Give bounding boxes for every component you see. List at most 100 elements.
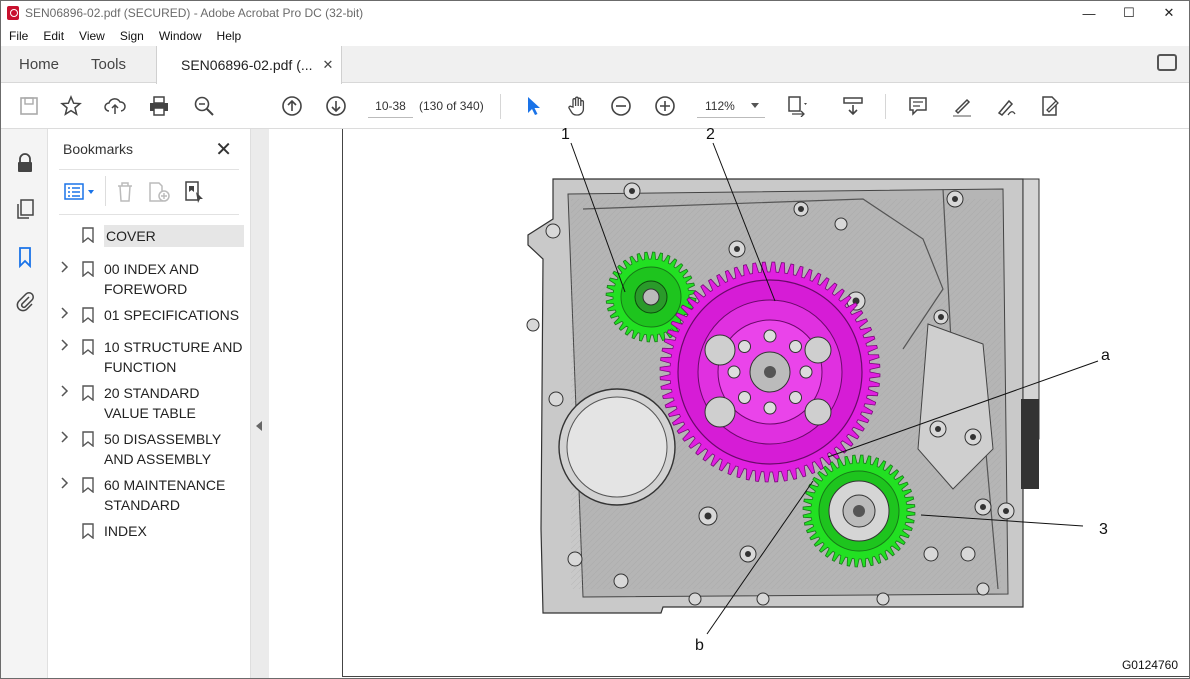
bookmark-flag-icon — [82, 339, 94, 355]
bookmark-label: INDEX — [104, 523, 147, 539]
callout-1: 1 — [561, 126, 570, 143]
minimize-button[interactable]: — — [1069, 1, 1109, 25]
menu-sign[interactable]: Sign — [112, 29, 151, 43]
highlight-pen-icon[interactable] — [950, 94, 974, 118]
bookmark-flag-icon — [82, 385, 94, 401]
bookmarks-title: Bookmarks — [63, 141, 134, 157]
find-bookmark-icon[interactable] — [183, 180, 207, 209]
callout-2: 2 — [706, 126, 715, 143]
comment-chat-icon[interactable] — [1157, 54, 1177, 71]
bookmark-item[interactable]: 50 DISASSEMBLY AND ASSEMBLY — [49, 429, 249, 471]
pages-thumbnails-icon[interactable] — [13, 197, 37, 221]
maximize-button[interactable]: ☐ — [1109, 1, 1149, 25]
bookmark-label: 50 DISASSEMBLY AND ASSEMBLY — [104, 431, 221, 467]
scroll-mode-icon[interactable] — [841, 94, 865, 118]
fit-page-icon[interactable] — [785, 94, 809, 118]
menu-view[interactable]: View — [71, 29, 112, 43]
bookmark-flag-icon — [82, 261, 94, 277]
page-number-input[interactable]: 10-38 — [368, 94, 413, 118]
gear-3-green — [802, 454, 916, 568]
bookmark-item[interactable]: 01 SPECIFICATIONS — [49, 305, 249, 327]
new-bookmark-icon[interactable] — [147, 181, 171, 208]
chevron-right-icon[interactable] — [61, 307, 69, 319]
menu-help[interactable]: Help — [209, 29, 249, 43]
chevron-right-icon[interactable] — [61, 261, 69, 273]
tab-document[interactable]: SEN06896-02.pdf (... ✕ — [156, 46, 343, 84]
tab-home[interactable]: Home — [19, 46, 59, 83]
bookmark-flag-icon — [82, 523, 94, 539]
hand-tool-icon[interactable] — [565, 94, 589, 118]
figure-id-label: G0124760 — [1121, 658, 1178, 672]
bookmark-flag-icon — [82, 227, 94, 243]
toolbar-divider — [105, 176, 106, 206]
panel-splitter[interactable] — [251, 129, 269, 678]
comment-icon[interactable] — [906, 94, 930, 118]
page-count-label: (130 of 340) — [419, 99, 484, 113]
close-panel-icon[interactable]: ✕ — [215, 137, 232, 162]
main-toolbar: 10-38 (130 of 340) 112% — [1, 84, 1189, 129]
menu-bar: File Edit View Sign Window Help — [1, 25, 1189, 46]
acrobat-logo-icon — [7, 6, 19, 20]
title-bar: SEN06896-02.pdf (SECURED) - Adobe Acroba… — [1, 1, 1189, 25]
document-viewport[interactable]: 1 2 a 3 b G0124760 — [269, 126, 1189, 678]
tab-close-icon[interactable]: ✕ — [323, 57, 334, 73]
bookmark-label: 60 MAINTENANCE STANDARD — [104, 477, 226, 513]
chevron-right-icon[interactable] — [61, 477, 69, 489]
gear-train-illustration — [526, 142, 1099, 635]
draw-sign-icon[interactable] — [994, 94, 1018, 118]
tab-tools[interactable]: Tools — [91, 46, 126, 83]
bookmark-item[interactable]: 20 STANDARD VALUE TABLE — [49, 383, 249, 425]
save-icon[interactable] — [17, 94, 41, 118]
bookmark-item[interactable]: 10 STRUCTURE AND FUNCTION — [49, 337, 249, 379]
bookmark-options-icon[interactable] — [64, 183, 98, 206]
close-window-button[interactable]: ✕ — [1149, 1, 1189, 25]
toolbar-divider — [885, 94, 886, 119]
bookmark-label: COVER — [104, 225, 244, 247]
chevron-right-icon[interactable] — [61, 385, 69, 397]
tab-bar: Home Tools SEN06896-02.pdf (... ✕ — [1, 46, 1189, 84]
attachment-paperclip-icon[interactable] — [13, 289, 37, 313]
bookmark-panel-icon[interactable] — [13, 245, 37, 269]
bookmarks-toolbar — [59, 169, 239, 215]
window-title: SEN06896-02.pdf (SECURED) - Adobe Acroba… — [25, 6, 364, 20]
zoom-out-icon[interactable] — [609, 94, 633, 118]
collapse-arrow-icon[interactable] — [256, 421, 262, 431]
callout-a: a — [1101, 347, 1110, 364]
edit-pdf-icon[interactable] — [1038, 94, 1062, 118]
chevron-right-icon[interactable] — [61, 431, 69, 443]
bookmark-flag-icon — [82, 477, 94, 493]
callout-3: 3 — [1099, 521, 1108, 538]
toolbar-divider — [500, 94, 501, 119]
bookmark-label: 10 STRUCTURE AND FUNCTION — [104, 339, 243, 375]
tab-document-label: SEN06896-02.pdf (... — [181, 57, 313, 73]
zoom-in-icon[interactable] — [653, 94, 677, 118]
chevron-down-icon — [751, 103, 759, 108]
bookmark-item[interactable]: COVER — [49, 225, 249, 247]
zoom-level-value: 112% — [705, 98, 735, 113]
menu-window[interactable]: Window — [151, 29, 209, 43]
bookmark-item[interactable]: 60 MAINTENANCE STANDARD — [49, 475, 249, 517]
upload-cloud-icon[interactable] — [103, 94, 127, 118]
print-icon[interactable] — [147, 94, 171, 118]
bookmarks-panel: Bookmarks ✕ COVER 00 INDEX AND FOREWORD 01… — [49, 129, 251, 678]
zoom-level-select[interactable]: 112% — [697, 94, 765, 118]
lock-icon[interactable] — [13, 151, 37, 175]
navigation-rail — [1, 129, 48, 678]
callout-b: b — [695, 637, 704, 654]
bookmark-label: 01 SPECIFICATIONS — [104, 307, 240, 323]
delete-trash-icon[interactable] — [115, 181, 135, 208]
previous-page-icon[interactable] — [280, 94, 304, 118]
bookmark-label: 00 INDEX AND FOREWORD — [104, 261, 199, 297]
bookmark-label: 20 STANDARD VALUE TABLE — [104, 385, 200, 421]
bookmark-item[interactable]: INDEX — [49, 521, 249, 543]
chevron-right-icon[interactable] — [61, 339, 69, 351]
menu-file[interactable]: File — [1, 29, 35, 43]
acrobat-window: SEN06896-02.pdf (SECURED) - Adobe Acroba… — [0, 0, 1190, 679]
bookmark-flag-icon — [82, 431, 94, 447]
select-cursor-icon[interactable] — [521, 94, 545, 118]
star-icon[interactable] — [59, 94, 83, 118]
menu-edit[interactable]: Edit — [35, 29, 71, 43]
next-page-icon[interactable] — [324, 94, 348, 118]
zoom-search-icon[interactable] — [192, 94, 216, 118]
bookmark-item[interactable]: 00 INDEX AND FOREWORD — [49, 259, 249, 301]
